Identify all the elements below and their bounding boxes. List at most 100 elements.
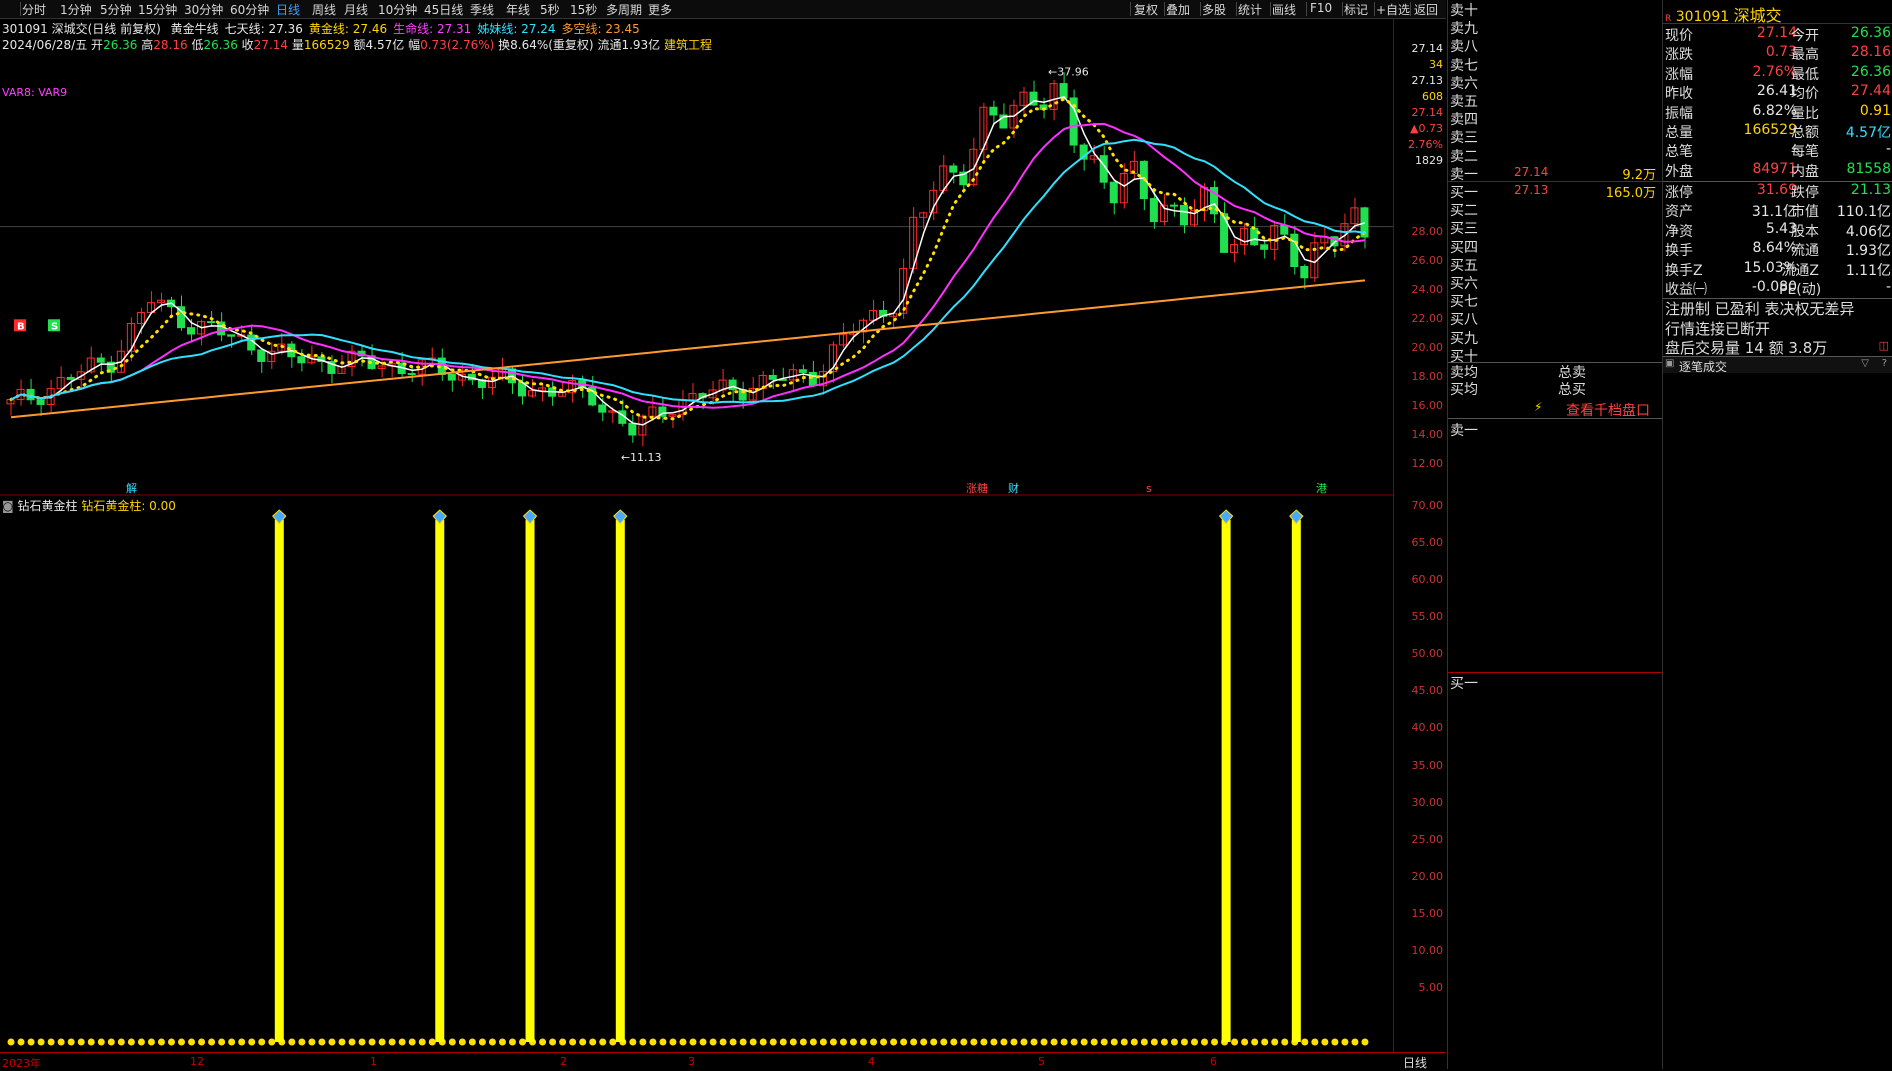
zero-dot bbox=[1231, 1038, 1239, 1046]
collapse-icon[interactable]: ▣ bbox=[1665, 358, 1674, 369]
tab-1[interactable]: 1分钟 bbox=[60, 1, 92, 18]
toolbar-separator bbox=[1236, 2, 1237, 16]
zero-dot bbox=[368, 1038, 376, 1046]
tab-3[interactable]: 15分钟 bbox=[138, 1, 177, 18]
zero-dot bbox=[308, 1038, 316, 1046]
zero-dot bbox=[318, 1038, 326, 1046]
quote-value-b: 1.93亿 bbox=[1845, 243, 1891, 260]
quote-label-b: 流通 bbox=[1791, 243, 1819, 260]
zero-dot bbox=[448, 1038, 456, 1046]
after-hours-icon[interactable]: ◫ bbox=[1879, 339, 1889, 352]
zero-dot bbox=[1351, 1038, 1359, 1046]
candle-body bbox=[628, 422, 637, 436]
gold-line bbox=[9, 97, 1367, 421]
tab-10[interactable]: 45日线 bbox=[424, 1, 463, 18]
diamond-gold-bar-chart[interactable] bbox=[0, 496, 1393, 1052]
tab-8[interactable]: 月线 bbox=[344, 1, 368, 18]
price-tick-0: 28.00 bbox=[1411, 225, 1444, 239]
zero-dot bbox=[77, 1038, 85, 1046]
zero-dot bbox=[1311, 1038, 1319, 1046]
zero-dot bbox=[1201, 1038, 1209, 1046]
zero-dot bbox=[57, 1038, 65, 1046]
dropdown-icon[interactable]: ▽ bbox=[1861, 358, 1869, 369]
date-tick-4: 3 bbox=[688, 1055, 695, 1068]
quote-row-rows2-1: 资产 31.1亿 市值 110.1亿 bbox=[1663, 201, 1892, 220]
tab-16[interactable]: 更多 bbox=[648, 1, 672, 18]
toolbar-separator bbox=[1270, 2, 1271, 16]
sell-level-label: 卖五 bbox=[1450, 94, 1478, 110]
candle-body bbox=[808, 371, 817, 387]
gold-bar bbox=[525, 520, 535, 1042]
zero-dot bbox=[7, 1038, 15, 1046]
event-badge-0[interactable]: 解 bbox=[126, 481, 137, 495]
zero-dot bbox=[940, 1038, 948, 1046]
event-badge-1[interactable]: 涨糖 bbox=[966, 481, 988, 495]
zero-dot bbox=[839, 1038, 847, 1046]
candle-body bbox=[989, 106, 998, 116]
candle-body bbox=[257, 349, 266, 362]
ticker-sell1-label: 卖一 bbox=[1450, 423, 1478, 439]
quote-label-b: 每笔 bbox=[1791, 144, 1819, 161]
zero-dot bbox=[569, 1038, 577, 1046]
zero-dot bbox=[1070, 1038, 1078, 1046]
buy-avg-label: 买均 bbox=[1450, 382, 1478, 398]
toolbar-separator bbox=[1342, 2, 1343, 16]
indicator-tick-11: 15.00 bbox=[1411, 906, 1444, 920]
zero-dot bbox=[519, 1038, 527, 1046]
candle-body bbox=[207, 321, 216, 324]
date-tick-2: 1 bbox=[370, 1055, 377, 1068]
zero-dot bbox=[769, 1038, 777, 1046]
toolbar-btn-7[interactable]: +自选 bbox=[1376, 1, 1410, 18]
zero-dot bbox=[338, 1038, 346, 1046]
tab-6[interactable]: 日线 bbox=[276, 1, 300, 18]
axis-top-label-2: 27.13 bbox=[1411, 74, 1444, 87]
tab-4[interactable]: 30分钟 bbox=[184, 1, 223, 18]
tab-2[interactable]: 5分钟 bbox=[100, 1, 132, 18]
help-icon[interactable]: ? bbox=[1882, 358, 1887, 369]
event-badge-4[interactable]: 港 bbox=[1316, 482, 1327, 495]
candle-body bbox=[297, 356, 306, 364]
tab-14[interactable]: 15秒 bbox=[570, 1, 597, 18]
quote-label-a: 换手Z bbox=[1665, 262, 1703, 279]
tab-0[interactable]: 分时 bbox=[22, 1, 46, 18]
zero-dot bbox=[849, 1038, 857, 1046]
period-label[interactable]: 日线 bbox=[1403, 1054, 1427, 1071]
zero-dot bbox=[478, 1038, 486, 1046]
period-toolbar: 分时 1分钟 5分钟 15分钟 30分钟 60分钟 日线 周线 月线 10分钟 45日线 季线 年线 5秒… bbox=[0, 0, 1446, 19]
view-thousand-levels-link[interactable]: 查看千档盘口 bbox=[1566, 400, 1650, 420]
zero-dot bbox=[1361, 1038, 1369, 1046]
toolbar-btn-6[interactable]: 标记 bbox=[1344, 1, 1368, 18]
event-badge-3[interactable]: s bbox=[1146, 482, 1152, 495]
kline-chart[interactable]: ←37.96 ←11.13 B S 解 涨糖 财 s 港 bbox=[0, 18, 1393, 496]
toolbar-btn-0[interactable]: 复权 bbox=[1134, 1, 1158, 18]
date-tick-1: 12 bbox=[190, 1055, 204, 1068]
toolbar-btn-4[interactable]: 画线 bbox=[1272, 1, 1296, 18]
toolbar-btn-5[interactable]: F10 bbox=[1310, 1, 1332, 15]
diamond-icon bbox=[432, 509, 447, 525]
toolbar-btn-8[interactable]: 返回 bbox=[1414, 1, 1438, 18]
tab-9[interactable]: 10分钟 bbox=[378, 1, 417, 18]
toolbar-btn-2[interactable]: 多股 bbox=[1202, 1, 1226, 18]
tab-12[interactable]: 年线 bbox=[506, 1, 530, 18]
zero-dot bbox=[900, 1038, 908, 1046]
zero-dot bbox=[1090, 1038, 1098, 1046]
zero-dot bbox=[188, 1038, 196, 1046]
zero-dot bbox=[458, 1038, 466, 1046]
event-badge-2[interactable]: 财 bbox=[1008, 481, 1019, 495]
zero-dot bbox=[1251, 1038, 1259, 1046]
quote-label-b: 市值 bbox=[1791, 204, 1819, 221]
zero-dot bbox=[729, 1038, 737, 1046]
zero-dot bbox=[1150, 1038, 1158, 1046]
tab-15[interactable]: 多周期 bbox=[606, 1, 642, 18]
sell-level-row-3: 卖七 bbox=[1448, 55, 1662, 74]
toolbar-btn-3[interactable]: 统计 bbox=[1238, 1, 1262, 18]
quote-label-b: 最高 bbox=[1791, 47, 1819, 64]
tab-5[interactable]: 60分钟 bbox=[230, 1, 269, 18]
tab-13[interactable]: 5秒 bbox=[540, 1, 560, 18]
toolbar-btn-1[interactable]: 叠加 bbox=[1166, 1, 1190, 18]
trade-ticker-title[interactable]: 逐笔成交 bbox=[1679, 358, 1727, 375]
zero-dot bbox=[248, 1038, 256, 1046]
price-tick-6: 16.00 bbox=[1411, 399, 1444, 413]
tab-7[interactable]: 周线 bbox=[312, 1, 336, 18]
tab-11[interactable]: 季线 bbox=[470, 1, 494, 18]
